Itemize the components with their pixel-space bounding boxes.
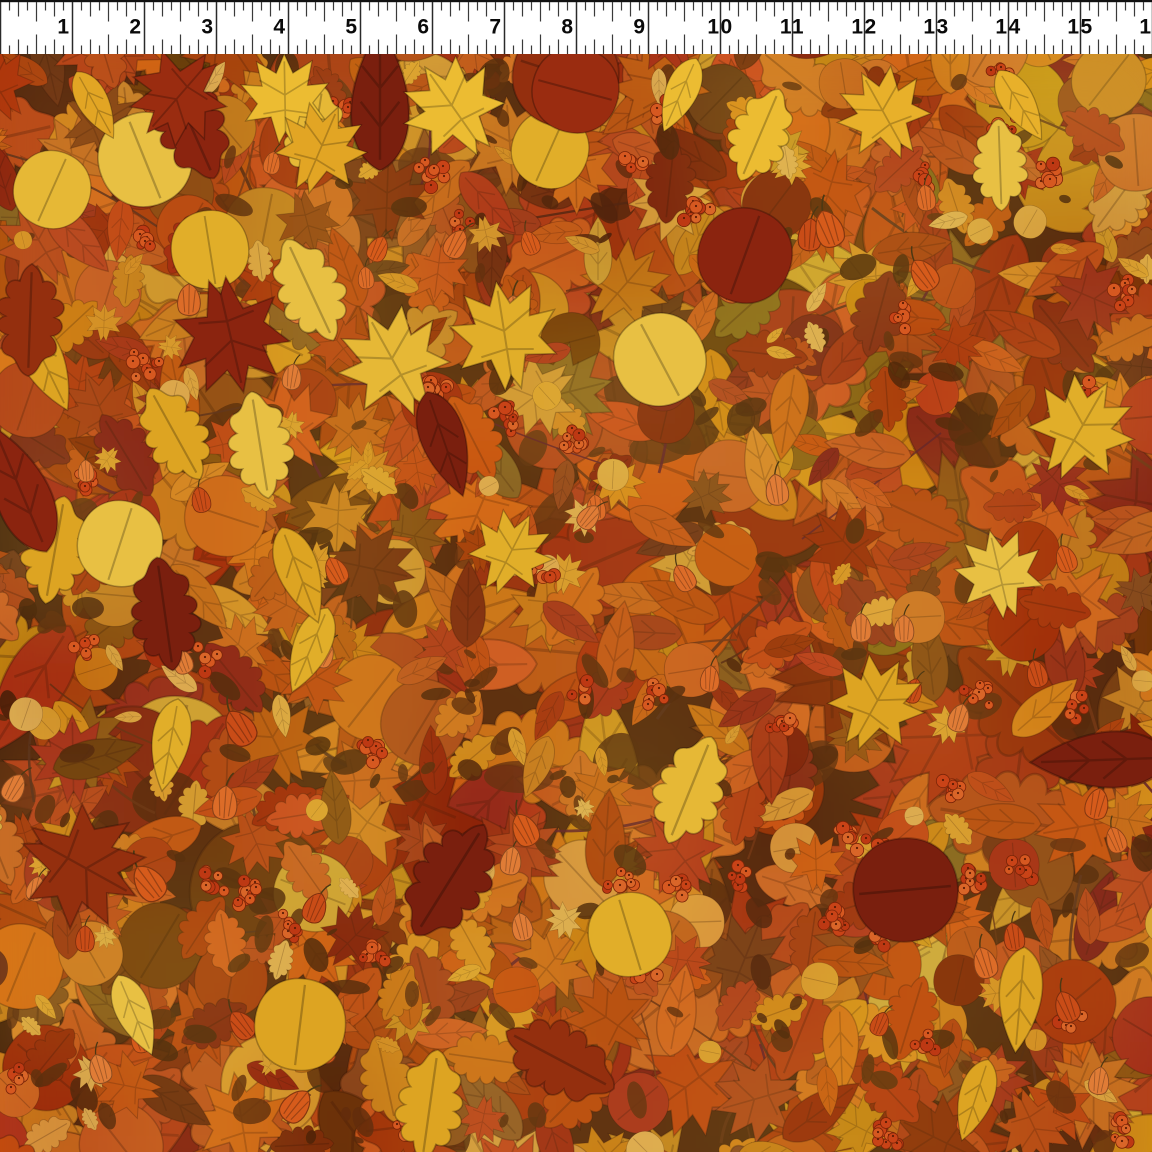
svg-text:1: 1	[57, 16, 69, 39]
svg-text:8: 8	[561, 16, 573, 39]
svg-text:12: 12	[851, 16, 877, 39]
svg-text:6: 6	[417, 16, 429, 39]
svg-text:15: 15	[1067, 16, 1093, 39]
svg-text:13: 13	[923, 16, 949, 39]
svg-text:3: 3	[201, 16, 213, 39]
svg-text:5: 5	[345, 16, 357, 39]
svg-text:7: 7	[489, 16, 501, 39]
svg-text:16: 16	[1139, 16, 1152, 39]
svg-text:2: 2	[129, 16, 141, 39]
svg-text:4: 4	[273, 16, 285, 39]
svg-text:9: 9	[633, 16, 645, 39]
svg-text:14: 14	[995, 16, 1021, 39]
svg-text:10: 10	[707, 16, 733, 39]
svg-text:11: 11	[780, 16, 805, 39]
